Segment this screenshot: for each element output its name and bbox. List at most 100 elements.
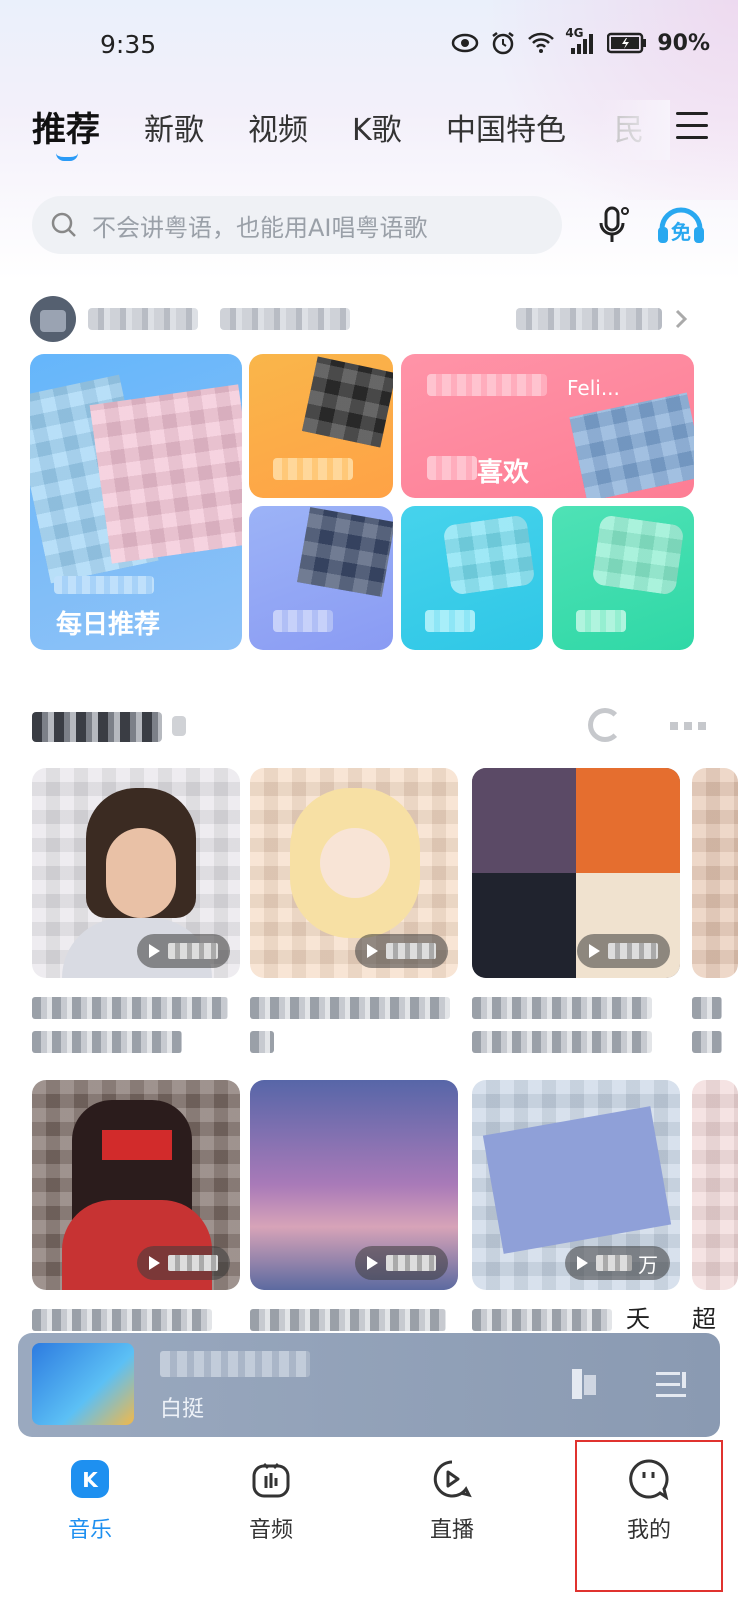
- tab-chinese-style[interactable]: 中国特色: [446, 105, 566, 149]
- feature-card-cyan[interactable]: [401, 506, 543, 650]
- annotation-highlight-box: [575, 1440, 723, 1592]
- status-bar: 9:35 4G 90%: [0, 0, 738, 90]
- free-listening-icon[interactable]: 免: [656, 203, 706, 247]
- blurred-label: [273, 458, 353, 480]
- player-song-title-blurred: [160, 1351, 310, 1377]
- blurred-label: [425, 610, 475, 632]
- alarm-icon: [492, 32, 515, 55]
- wifi-icon: [528, 32, 555, 53]
- listening-history-row[interactable]: [30, 296, 710, 344]
- tab-karaoke[interactable]: K歌: [352, 105, 402, 149]
- daily-recommend-label: 每日推荐: [56, 610, 161, 640]
- card-art: [297, 507, 393, 597]
- playlist-cover: [32, 768, 240, 978]
- playlist-title: [692, 990, 738, 1058]
- svg-text:K: K: [82, 1468, 99, 1492]
- avatar: [30, 296, 76, 342]
- eye-icon: [452, 33, 479, 53]
- section-title[interactable]: [32, 708, 192, 744]
- nav-music-label: 音乐: [67, 1518, 112, 1543]
- tabs-fade: [600, 100, 670, 160]
- nav-audio-label: 音频: [248, 1518, 293, 1543]
- playlist-cover: [472, 768, 680, 978]
- blurred-subtext: [220, 308, 350, 330]
- music-k-icon: K: [69, 1458, 111, 1500]
- feature-card-orange[interactable]: [249, 354, 393, 498]
- search-icon: [51, 212, 76, 237]
- playlist-card[interactable]: [32, 1080, 240, 1336]
- voice-search-icon[interactable]: [596, 205, 630, 245]
- daily-recommend-card[interactable]: 每日推荐: [30, 354, 242, 650]
- guess-you-like-label: 喜欢: [477, 458, 530, 488]
- play-count-badge: 万: [565, 1246, 670, 1280]
- active-tab-indicator: [56, 153, 78, 161]
- playlist-title: [250, 990, 458, 1058]
- nav-audio[interactable]: 音频: [211, 1458, 331, 1544]
- nav-live[interactable]: 直播: [392, 1458, 512, 1544]
- svg-text:免: 免: [671, 220, 691, 244]
- playlist-card[interactable]: [32, 768, 240, 1058]
- blurred-username: [88, 308, 198, 330]
- playlist-card[interactable]: [472, 768, 680, 1058]
- playlist-card[interactable]: [250, 1080, 458, 1336]
- tab-video[interactable]: 视频: [248, 105, 308, 149]
- playlist-title: [32, 990, 240, 1058]
- card-art: [442, 514, 536, 596]
- play-count-badge: [355, 934, 448, 968]
- nav-music[interactable]: K 音乐: [30, 1458, 150, 1544]
- guess-song-name: Feli...: [567, 376, 620, 400]
- tab-new-songs[interactable]: 新歌: [144, 105, 204, 149]
- playlist-title-visible: 夭: [626, 1305, 650, 1333]
- feature-card-green[interactable]: [552, 506, 694, 650]
- play-pause-icon[interactable]: [570, 1367, 600, 1401]
- feature-card-purple[interactable]: [249, 506, 393, 650]
- playlist-cover: [250, 768, 458, 978]
- signal-icon: 4G: [565, 26, 597, 56]
- playlist-card[interactable]: 万 夭: [472, 1080, 680, 1336]
- player-artist: 白挺: [160, 1397, 205, 1422]
- mini-player[interactable]: 白挺: [18, 1333, 720, 1437]
- blurred-label: [273, 610, 333, 632]
- playlist-title: [472, 990, 680, 1058]
- playlist-card-partial[interactable]: 超给: [692, 1080, 738, 1370]
- playlist-title: [32, 1302, 240, 1336]
- playlist-cover: [692, 1080, 738, 1290]
- search-bar[interactable]: 不会讲粤语，也能用AI唱粤语歌: [32, 196, 562, 254]
- playlist-cover: [692, 768, 738, 978]
- more-icon[interactable]: [670, 722, 710, 730]
- play-count-badge: [355, 1246, 448, 1280]
- blurred-label: [576, 610, 626, 632]
- battery-percent: 90%: [657, 30, 710, 56]
- card-art-front: [89, 384, 242, 564]
- refresh-icon[interactable]: [588, 708, 622, 742]
- play-count-badge: [137, 1246, 230, 1280]
- audio-icon: [250, 1458, 292, 1500]
- playlist-card[interactable]: [250, 768, 458, 1058]
- menu-icon[interactable]: [676, 112, 708, 142]
- card-art: [591, 514, 685, 596]
- status-time: 9:35: [100, 30, 157, 59]
- blurred-prefix: [427, 456, 477, 480]
- play-count-badge: [577, 934, 670, 968]
- playlist-card-partial[interactable]: [692, 768, 738, 1058]
- battery-icon: [607, 32, 647, 54]
- playlist-cover: [250, 1080, 458, 1290]
- blurred-date: [54, 576, 154, 594]
- nav-live-label: 直播: [429, 1518, 474, 1543]
- card-art: [569, 392, 694, 498]
- play-count-badge: [137, 934, 230, 968]
- playlist-title: 夭: [472, 1302, 680, 1336]
- blurred-action: [516, 308, 662, 330]
- guess-you-like-card[interactable]: Feli... 喜欢: [401, 354, 694, 498]
- playlist-cover: [32, 1080, 240, 1290]
- playlist-title: [250, 1302, 458, 1336]
- blurred-subtitle: [427, 374, 547, 396]
- chevron-right-icon: [675, 309, 688, 329]
- search-placeholder: 不会讲粤语，也能用AI唱粤语歌: [92, 213, 428, 242]
- player-cover-art: [32, 1343, 134, 1425]
- tab-recommend[interactable]: 推荐: [32, 102, 100, 151]
- card-art: [301, 356, 393, 448]
- play-count-unit: 万: [638, 1252, 658, 1277]
- playlist-cover: 万: [472, 1080, 680, 1290]
- playlist-queue-icon[interactable]: [654, 1369, 688, 1401]
